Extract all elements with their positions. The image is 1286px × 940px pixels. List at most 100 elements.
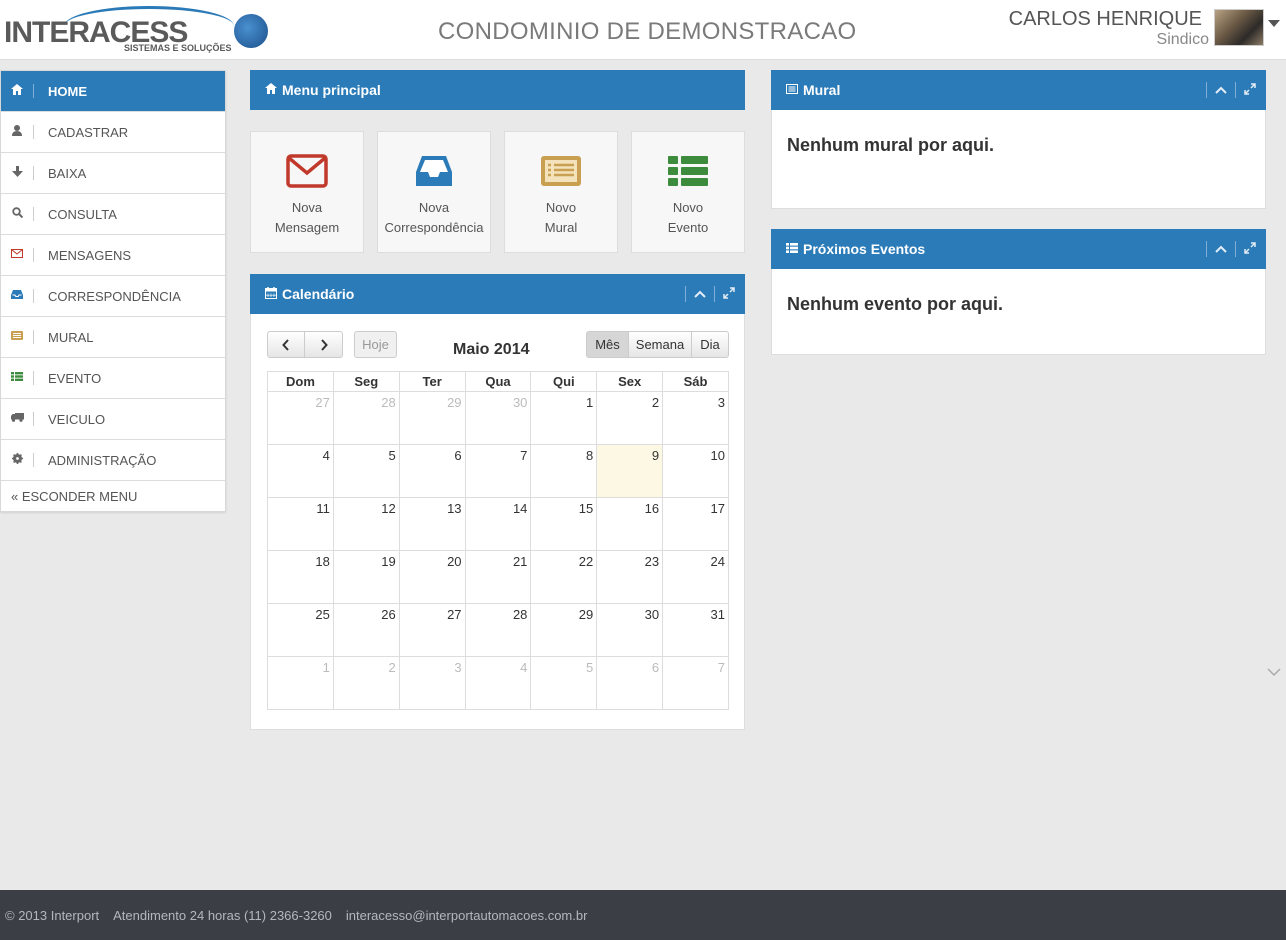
calendar-day-cell[interactable]: 7 — [662, 656, 729, 710]
day-view-button[interactable]: Dia — [691, 331, 729, 358]
calendar-day-cell[interactable]: 27 — [398, 603, 466, 657]
calendar-day-cell[interactable]: 30 — [596, 603, 664, 657]
calendar-header: Calendário — [250, 274, 745, 314]
expand-icon[interactable] — [1244, 241, 1256, 257]
new-mural-tile[interactable]: Novo Mural — [504, 131, 618, 253]
calendar-day-cell[interactable]: 5 — [530, 656, 598, 710]
today-button[interactable]: Hoje — [354, 331, 397, 358]
calendar-day-cell[interactable]: 16 — [596, 497, 664, 551]
envelope-icon — [1, 249, 33, 261]
tile-line2: Mural — [544, 220, 578, 235]
calendar-day-cell[interactable]: 19 — [332, 550, 400, 604]
calendar-day-cell[interactable]: 6 — [398, 444, 466, 498]
interacesso-logo[interactable]: INTERACESS SISTEMAS E SOLUÇÕES — [4, 6, 270, 56]
calendar-day-cell[interactable]: 3 — [398, 656, 466, 710]
hide-menu-toggle[interactable]: « ESCONDER MENU — [1, 481, 225, 511]
calendar-day-cell[interactable]: 28 — [332, 391, 400, 445]
sidebar-item-mural[interactable]: MURAL — [1, 317, 225, 358]
calendar-day-cell[interactable]: 25 — [267, 603, 334, 657]
calendar-day-cell[interactable]: 12 — [332, 497, 400, 551]
events-empty-message: Nenhum evento por aqui. — [787, 294, 1004, 314]
sidebar-item-evento[interactable]: EVENTO — [1, 358, 225, 399]
calendar-day-cell[interactable]: 28 — [464, 603, 532, 657]
calendar-day-cell[interactable]: 31 — [662, 603, 729, 657]
sidebar-item-veiculo[interactable]: VEICULO — [1, 399, 225, 440]
calendar-day-cell[interactable]: 11 — [267, 497, 334, 551]
user-name[interactable]: CARLOS HENRIQUE — [1009, 8, 1202, 31]
calendar-day-cell[interactable]: 15 — [530, 497, 598, 551]
collapse-icon[interactable] — [1215, 242, 1227, 256]
user-icon — [1, 125, 33, 139]
weekday-header: Qui — [530, 371, 598, 392]
sidebar-item-correspondencia[interactable]: CORRESPONDÊNCIA — [1, 276, 225, 317]
events-panel-tools — [1198, 241, 1256, 257]
calendar-day-cell[interactable]: 27 — [267, 391, 334, 445]
search-icon — [1, 207, 33, 221]
new-message-tile[interactable]: Nova Mensagem — [250, 131, 364, 253]
calendar-day-cell[interactable]: 3 — [662, 391, 729, 445]
calendar-grid: Dom Seg Ter Qua Qui Sex Sáb 27 28 29 30 … — [267, 371, 729, 710]
sidebar-item-mensagens[interactable]: MENSAGENS — [1, 235, 225, 276]
user-menu-caret-icon[interactable] — [1268, 20, 1280, 27]
sidebar-separator — [33, 412, 34, 426]
footer-email[interactable]: interacesso@interportautomacoes.com.br — [346, 908, 588, 923]
inbox-icon — [1, 290, 33, 302]
home-icon — [265, 83, 277, 97]
calendar-week-row: 11 12 13 14 15 16 17 — [267, 497, 729, 551]
calendar-day-cell[interactable]: 17 — [662, 497, 729, 551]
weekday-header: Sex — [596, 371, 664, 392]
calendar-day-cell[interactable]: 14 — [464, 497, 532, 551]
month-view-button[interactable]: Mês — [586, 331, 629, 358]
th-list-icon — [1, 372, 33, 384]
calendar-day-cell[interactable]: 18 — [267, 550, 334, 604]
page-footer: © 2013 Interport Atendimento 24 horas (1… — [0, 890, 1286, 940]
calendar-day-cell[interactable]: 10 — [662, 444, 729, 498]
tool-separator — [1206, 82, 1207, 98]
calendar-day-cell[interactable]: 26 — [332, 603, 400, 657]
new-correspondence-tile[interactable]: Nova Correspondência — [377, 131, 491, 253]
prev-month-button[interactable] — [267, 331, 305, 358]
calendar-day-cell[interactable]: 2 — [332, 656, 400, 710]
calendar-today-cell[interactable]: 9 — [596, 444, 664, 498]
calendar-day-cell[interactable]: 8 — [530, 444, 598, 498]
calendar-day-cell[interactable]: 5 — [332, 444, 400, 498]
tool-separator — [1235, 241, 1236, 257]
calendar-day-cell[interactable]: 22 — [530, 550, 598, 604]
tile-line2: Evento — [667, 220, 709, 235]
sidebar-item-home[interactable]: HOME — [1, 71, 225, 112]
expand-icon[interactable] — [1244, 82, 1256, 98]
week-view-button[interactable]: Semana — [628, 331, 692, 358]
collapse-icon[interactable] — [694, 287, 706, 301]
next-month-button[interactable] — [304, 331, 343, 358]
collapse-icon[interactable] — [1215, 83, 1227, 97]
calendar-day-cell[interactable]: 13 — [398, 497, 466, 551]
calendar-day-cell[interactable]: 20 — [398, 550, 466, 604]
sidebar-item-baixa[interactable]: BAIXA — [1, 153, 225, 194]
calendar-week-row: 27 28 29 30 1 2 3 — [267, 391, 729, 445]
calendar-day-cell[interactable]: 7 — [464, 444, 532, 498]
calendar-day-cell[interactable]: 24 — [662, 550, 729, 604]
calendar-day-cell[interactable]: 4 — [464, 656, 532, 710]
user-role: Sindico — [1156, 31, 1209, 48]
tile-line1: Nova — [418, 200, 450, 215]
weekday-header: Dom — [267, 371, 334, 392]
sidebar-item-cadastrar[interactable]: CADASTRAR — [1, 112, 225, 153]
calendar-day-cell[interactable]: 4 — [267, 444, 334, 498]
sidebar-item-consulta[interactable]: CONSULTA — [1, 194, 225, 235]
calendar-day-cell[interactable]: 1 — [267, 656, 334, 710]
calendar-day-cell[interactable]: 2 — [596, 391, 664, 445]
calendar-day-cell[interactable]: 6 — [596, 656, 664, 710]
expand-icon[interactable] — [723, 286, 735, 302]
calendar-day-cell[interactable]: 1 — [530, 391, 598, 445]
sidebar-item-label: VEICULO — [48, 411, 106, 427]
calendar-day-cell[interactable]: 30 — [464, 391, 532, 445]
calendar-day-cell[interactable]: 29 — [398, 391, 466, 445]
calendar-day-cell[interactable]: 29 — [530, 603, 598, 657]
new-event-tile[interactable]: Novo Evento — [631, 131, 745, 253]
avatar[interactable] — [1214, 9, 1264, 46]
sidebar-item-administracao[interactable]: ADMINISTRAÇÃO — [1, 440, 225, 481]
chevron-down-icon[interactable] — [1267, 664, 1281, 680]
events-title: Próximos Eventos — [803, 241, 926, 257]
calendar-day-cell[interactable]: 23 — [596, 550, 664, 604]
calendar-day-cell[interactable]: 21 — [464, 550, 532, 604]
